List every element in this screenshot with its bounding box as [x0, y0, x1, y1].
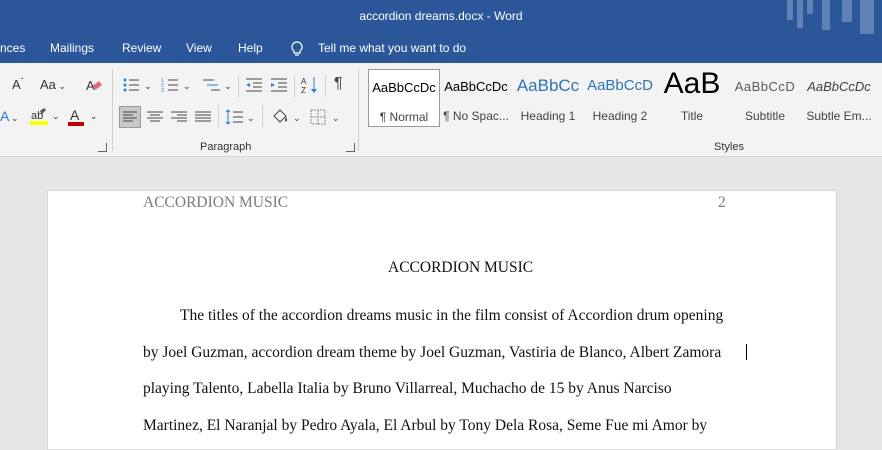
sort-icon[interactable]: AZ: [301, 75, 319, 95]
style-heading-2[interactable]: AaBbCcD Heading 2: [586, 69, 654, 127]
style-preview: AaBbCcDc: [372, 80, 436, 95]
tab-help[interactable]: Help: [238, 41, 263, 55]
justify-icon[interactable]: [194, 108, 212, 126]
style-name: ¶ Normal: [379, 110, 429, 124]
font-dialog-launcher[interactable]: [98, 143, 107, 152]
align-right-icon[interactable]: [170, 108, 188, 126]
group-separator: [238, 75, 239, 97]
group-separator: [294, 75, 295, 97]
align-left-button[interactable]: [119, 106, 141, 128]
style-normal[interactable]: AaBbCcDc ¶ Normal: [368, 69, 440, 127]
svg-text:⌄: ⌄: [332, 113, 340, 123]
svg-text:A: A: [301, 77, 307, 86]
style-subtle-emphasis[interactable]: AaBbCcDc Subtle Em...: [804, 69, 874, 127]
change-case-glyph: Aa: [40, 77, 56, 92]
tab-references[interactable]: nces: [0, 41, 25, 55]
shading-icon[interactable]: ⌄: [270, 108, 302, 126]
style-name: Heading 2: [592, 109, 648, 123]
title-bar-decoration: [787, 0, 874, 34]
highlight-color-icon[interactable]: ab ⌄: [30, 107, 60, 127]
line-spacing-icon[interactable]: ⌄: [225, 108, 255, 126]
tell-me-search[interactable]: Tell me what you want to do: [318, 41, 466, 55]
style-preview: AaBbCcD: [734, 79, 796, 94]
tab-review[interactable]: Review: [122, 41, 161, 55]
show-formatting-marks-icon[interactable]: ¶: [334, 75, 343, 93]
group-separator: [112, 69, 113, 151]
borders-icon[interactable]: ⌄: [310, 108, 342, 126]
ribbon-tabs: nces Mailings Review View Help Tell me w…: [0, 34, 882, 63]
font-color-icon[interactable]: A ⌄: [68, 107, 98, 127]
styles-gallery: AaBbCcDc ¶ Normal AaBbCcDc ¶ No Spac... …: [368, 67, 882, 129]
ribbon: Aˇ Aa ⌄ A A ⌄ ab ⌄ A ⌄ ⌄ 1 2 3 ⌄ ⌄ A Z ¶…: [0, 63, 882, 157]
paragraph-dialog-launcher[interactable]: [346, 143, 355, 152]
svg-text:⌄: ⌄: [90, 111, 98, 121]
page-header: ACCORDION MUSIC: [143, 194, 289, 211]
shrink-font-button[interactable]: Aˇ: [12, 77, 23, 92]
document-title: ACCORDION MUSIC: [388, 259, 534, 276]
style-preview: AaBbCc: [516, 76, 580, 95]
body-line: The titles of the accordion dreams music…: [180, 307, 724, 324]
svg-text:⌄: ⌄: [224, 81, 232, 91]
group-separator: [262, 105, 263, 127]
style-preview: AaB: [663, 67, 721, 100]
style-title[interactable]: AaB Title: [658, 67, 726, 127]
align-left-icon: [123, 111, 137, 122]
group-separator: [325, 75, 326, 97]
style-preview: AaBbCcDc: [807, 79, 871, 94]
body-line: by Joel Guzman, accordion dream theme by…: [143, 344, 722, 361]
group-separator: [218, 105, 219, 127]
svg-text:A: A: [0, 108, 10, 124]
style-name: Subtitle: [744, 109, 786, 123]
increase-indent-icon[interactable]: [270, 77, 288, 93]
svg-text:⌄: ⌄: [293, 113, 301, 123]
style-subtitle[interactable]: AaBbCcD Subtitle: [730, 69, 800, 127]
body-line: playing Talento, Labella Italia by Bruno…: [143, 380, 672, 397]
text-effects-icon[interactable]: A ⌄: [0, 107, 20, 125]
decrease-indent-icon[interactable]: [245, 77, 263, 93]
style-preview: AaBbCcDc: [444, 79, 508, 94]
window-title: accordion dreams.docx - Word: [359, 9, 523, 23]
change-case-button[interactable]: Aa ⌄: [40, 77, 66, 92]
svg-text:⌄: ⌄: [144, 81, 152, 91]
lightbulb-icon: [291, 41, 303, 56]
shrink-font-glyph: A: [12, 77, 21, 92]
svg-text:⌄: ⌄: [11, 113, 19, 123]
style-name: Heading 1: [520, 109, 576, 123]
svg-text:3: 3: [161, 88, 164, 93]
tab-view[interactable]: View: [186, 41, 212, 55]
group-separator: [358, 69, 359, 151]
document-page[interactable]: ACCORDION MUSIC 2 ACCORDION MUSIC The ti…: [47, 190, 837, 450]
styles-group-label: Styles: [714, 141, 744, 153]
svg-text:⌄: ⌄: [247, 113, 255, 123]
style-preview: AaBbCcD: [587, 77, 653, 94]
style-name: Subtle Em...: [806, 109, 872, 123]
title-bar: accordion dreams.docx - Word: [0, 0, 882, 34]
svg-text:⌄: ⌄: [52, 111, 60, 121]
style-name: ¶ No Spac...: [443, 109, 509, 123]
style-name: Title: [680, 109, 704, 123]
svg-text:⌄: ⌄: [183, 81, 191, 91]
bullets-icon[interactable]: ⌄: [122, 77, 152, 93]
style-heading-1[interactable]: AaBbCc Heading 1: [514, 69, 582, 127]
numbering-icon[interactable]: 1 2 3 ⌄: [161, 77, 191, 93]
tab-mailings[interactable]: Mailings: [50, 41, 94, 55]
text-cursor: [746, 344, 747, 360]
style-no-spacing[interactable]: AaBbCcDc ¶ No Spac...: [442, 69, 510, 127]
clear-formatting-icon[interactable]: A: [86, 77, 102, 93]
multilevel-list-icon[interactable]: ⌄: [200, 77, 232, 93]
align-center-icon[interactable]: [146, 108, 164, 126]
body-line: Martinez, El Naranjal by Pedro Ayala, El…: [143, 417, 708, 434]
svg-text:A: A: [70, 107, 80, 123]
page-number: 2: [718, 194, 726, 211]
paragraph-group-label: Paragraph: [200, 141, 252, 153]
svg-text:Z: Z: [301, 86, 306, 95]
